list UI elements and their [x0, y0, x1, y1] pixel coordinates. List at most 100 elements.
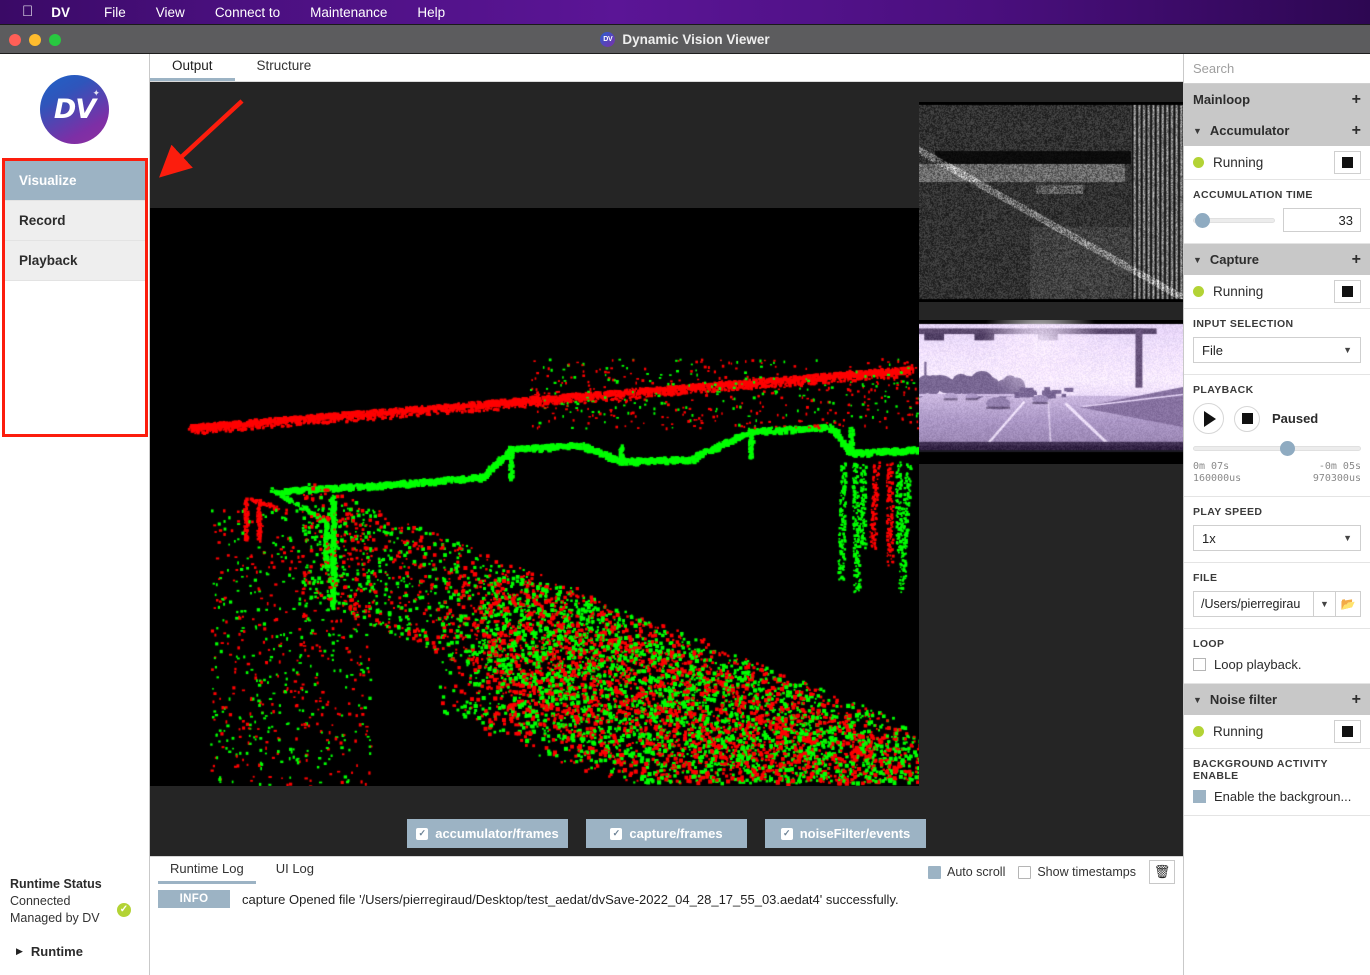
auto-scroll-checkbox[interactable]: Auto scroll — [927, 865, 1005, 879]
runtime-managed-text: Managed by DV — [10, 911, 100, 925]
file-path-value[interactable]: /Users/pierregirau — [1193, 591, 1313, 617]
stream-toggle-bar: ✓ accumulator/frames ✓ capture/frames ✓ … — [150, 819, 1183, 848]
tab-structure[interactable]: Structure — [235, 58, 334, 81]
accumulation-time-slider[interactable] — [1193, 212, 1275, 228]
file-browse-button[interactable]: 📂 — [1336, 591, 1361, 617]
plus-icon[interactable]: + — [1352, 691, 1361, 708]
group-header-noise-filter[interactable]: ▼ Noise filter + — [1184, 684, 1370, 715]
input-selection-section: INPUT SELECTION File ▼ — [1184, 309, 1370, 375]
group-title: Accumulator — [1209, 123, 1290, 138]
search-field[interactable] — [1184, 54, 1370, 84]
menu-item-file[interactable]: File — [104, 5, 126, 20]
noise-filter-stop-button[interactable] — [1334, 720, 1361, 743]
menu-item-maintenance[interactable]: Maintenance — [310, 5, 387, 20]
group-header-mainloop[interactable]: Mainloop + — [1184, 84, 1370, 115]
menu-item-dv[interactable]: DV — [51, 5, 70, 20]
log-level-badge: INFO — [158, 890, 230, 908]
accumulator-stop-button[interactable] — [1334, 151, 1361, 174]
runtime-status-heading: Runtime Status — [10, 877, 102, 891]
toggle-label: accumulator/frames — [435, 826, 559, 841]
background-activity-checkbox[interactable]: Enable the backgroun... — [1193, 789, 1361, 804]
toggle-capture-frames[interactable]: ✓ capture/frames — [586, 819, 747, 848]
checkbox-icon — [1018, 865, 1032, 879]
playback-position-slider[interactable] — [1193, 440, 1361, 456]
toggle-accumulator-frames[interactable]: ✓ accumulator/frames — [407, 819, 568, 848]
sidebar-item-visualize[interactable]: Visualize — [5, 161, 145, 201]
capture-frame-preview[interactable] — [919, 320, 1183, 464]
accumulation-time-value[interactable]: 33 — [1283, 208, 1361, 232]
sidebar: DV ✦ Visualize Record Playback Runtime S… — [0, 54, 150, 975]
apple-icon[interactable]:  — [22, 4, 33, 19]
runtime-expander-label: Runtime — [30, 944, 83, 959]
elapsed-line-2: 160000us — [1193, 473, 1242, 484]
playback-stop-button[interactable] — [1234, 405, 1260, 432]
play-speed-section: PLAY SPEED 1x ▼ — [1184, 497, 1370, 563]
menu-item-view[interactable]: View — [156, 5, 185, 20]
remaining-line-1: -0m 05s — [1318, 461, 1361, 472]
play-speed-dropdown[interactable]: 1x ▼ — [1193, 525, 1361, 551]
maximize-button[interactable] — [49, 34, 61, 46]
minimize-button[interactable] — [29, 34, 41, 46]
check-circle-icon — [117, 903, 131, 917]
tab-output[interactable]: Output — [150, 58, 235, 81]
logo-text: DV — [53, 93, 96, 125]
sidebar-item-label: Visualize — [19, 173, 77, 188]
tab-runtime-log[interactable]: Runtime Log — [158, 861, 256, 884]
stop-icon — [1342, 286, 1353, 297]
group-title: Mainloop — [1193, 92, 1251, 107]
section-caption: BACKGROUND ACTIVITY ENABLE — [1193, 758, 1328, 782]
toggle-noisefilter-events[interactable]: ✓ noiseFilter/events — [765, 819, 926, 848]
sidebar-item-label: Playback — [19, 253, 78, 268]
loop-playback-checkbox[interactable]: Loop playback. — [1193, 657, 1361, 672]
chevron-down-icon: ▼ — [1193, 125, 1202, 136]
folder-icon: 📂 — [1340, 597, 1356, 611]
status-text: Running — [1213, 155, 1264, 170]
group-header-accumulator[interactable]: ▼ Accumulator + — [1184, 115, 1370, 146]
trash-icon[interactable]: 🗑 — [1149, 860, 1175, 884]
slider-thumb[interactable] — [1280, 441, 1296, 456]
plus-icon[interactable]: + — [1352, 91, 1361, 108]
toggle-label: capture/frames — [629, 826, 723, 841]
chevron-right-icon: ▶ — [16, 946, 23, 956]
output-viewport[interactable]: ✓ accumulator/frames ✓ capture/frames ✓ … — [150, 82, 1183, 856]
group-title: Capture — [1209, 252, 1260, 267]
play-button[interactable] — [1193, 403, 1224, 434]
search-input[interactable] — [1193, 61, 1353, 76]
checkbox-icon — [1193, 658, 1206, 671]
stop-icon — [1241, 413, 1253, 424]
section-caption: PLAYBACK — [1193, 384, 1254, 396]
stop-icon — [1342, 726, 1353, 737]
status-text: Running — [1213, 284, 1264, 299]
menu-bar:  DV File View Connect to Maintenance He… — [0, 0, 1370, 24]
toggle-label: noiseFilter/events — [799, 826, 911, 841]
section-caption: LOOP — [1193, 638, 1225, 650]
menu-item-connect-to[interactable]: Connect to — [215, 5, 280, 20]
menu-item-help[interactable]: Help — [417, 5, 445, 20]
slider-thumb[interactable] — [1195, 213, 1210, 228]
sidebar-item-playback[interactable]: Playback — [5, 241, 145, 281]
elapsed-line-1: 0m 07s — [1193, 461, 1230, 472]
runtime-expander[interactable]: ▶ Runtime — [10, 944, 137, 959]
tab-ui-log[interactable]: UI Log — [264, 861, 326, 884]
input-selection-dropdown[interactable]: File ▼ — [1193, 337, 1361, 363]
group-header-capture[interactable]: ▼ Capture + — [1184, 244, 1370, 275]
window-controls[interactable] — [9, 34, 61, 46]
sparkle-icon: ✦ — [92, 87, 100, 98]
brand-logo: DV ✦ — [0, 54, 149, 164]
close-button[interactable] — [9, 34, 21, 46]
plus-icon[interactable]: + — [1352, 122, 1361, 139]
show-timestamps-checkbox[interactable]: Show timestamps — [1018, 865, 1136, 879]
capture-stop-button[interactable] — [1334, 280, 1361, 303]
plus-icon[interactable]: + — [1352, 251, 1361, 268]
event-cloud-view[interactable] — [150, 208, 919, 786]
file-history-dropdown[interactable]: ▼ — [1313, 591, 1336, 617]
title-bar: DV Dynamic Vision Viewer — [0, 25, 1370, 54]
app-window: DV Dynamic Vision Viewer DV ✦ Visualize … — [0, 24, 1370, 975]
status-dot-icon — [1193, 726, 1204, 737]
sidebar-item-record[interactable]: Record — [5, 201, 145, 241]
loop-playback-label: Loop playback. — [1214, 657, 1302, 672]
accumulator-status-row: Running — [1184, 146, 1370, 180]
noise-filter-frame-preview[interactable] — [919, 102, 1183, 302]
play-icon — [1204, 410, 1216, 427]
slider-track — [1193, 446, 1361, 451]
